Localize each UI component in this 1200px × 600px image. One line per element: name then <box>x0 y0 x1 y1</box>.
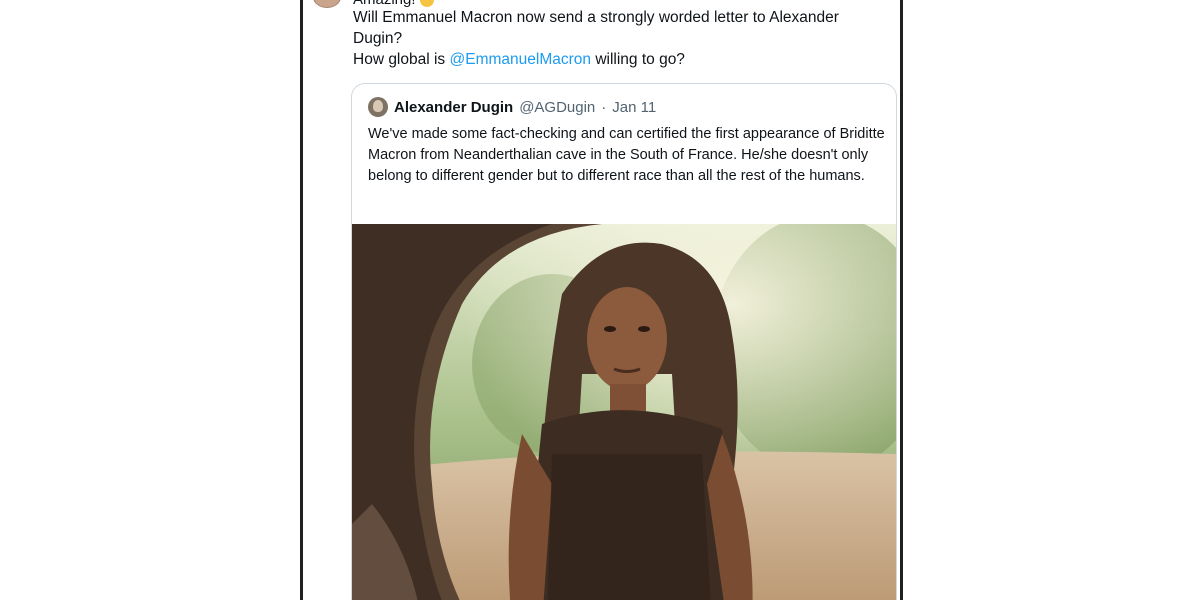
emoji-icon <box>419 0 434 8</box>
meta-separator: · <box>601 98 607 116</box>
quoted-tweet-header: Alexander Dugin @AGDugin · Jan 11 <box>368 96 656 118</box>
quoted-date[interactable]: Jan 11 <box>612 99 656 116</box>
tweet-line-2: How global is @EmmanuelMacron willing to… <box>353 49 873 70</box>
photo-cave-figure-icon <box>352 224 896 600</box>
tweet-line-2-end: willing to go? <box>591 51 685 68</box>
quoted-author-name[interactable]: Alexander Dugin <box>394 99 513 116</box>
mention-link[interactable]: @EmmanuelMacron <box>450 51 592 68</box>
quoted-tweet-card[interactable]: Alexander Dugin @AGDugin · Jan 11 We've … <box>351 83 897 600</box>
tweet-line-2-start: How global is <box>353 51 450 68</box>
quoted-author-handle[interactable]: @AGDugin <box>519 99 595 116</box>
quoted-tweet-text: We've made some fact-checking and can ce… <box>368 126 885 184</box>
screenshot-frame: Amazing! Will Emmanuel Macron now send a… <box>300 0 903 600</box>
quoted-author-avatar[interactable] <box>368 97 388 117</box>
tweet-line-1: Will Emmanuel Macron now send a strongly… <box>353 9 839 47</box>
tweet-body: Will Emmanuel Macron now send a strongly… <box>353 7 873 70</box>
quoted-media-photo[interactable] <box>352 224 896 600</box>
author-avatar[interactable] <box>313 0 341 8</box>
